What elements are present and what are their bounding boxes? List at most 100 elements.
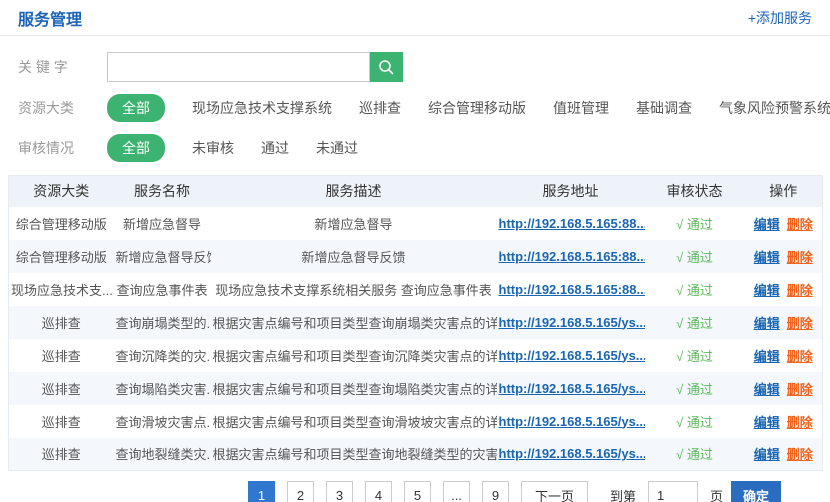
cell-name: 查询应急事件表 (114, 273, 211, 306)
cell-url: http://192.168.5.165:88... (497, 240, 645, 273)
cell-actions: 编辑删除 (745, 339, 823, 372)
page-button[interactable]: 2 (287, 481, 314, 502)
edit-link[interactable]: 编辑 (754, 447, 780, 462)
delete-link[interactable]: 删除 (787, 217, 813, 232)
cell-description: 根据灾害点编号和项目类型查询沉降类灾害点的详... (211, 339, 497, 372)
goto-page-input[interactable] (648, 481, 698, 502)
cell-status: √ 通过 (645, 438, 745, 471)
service-url-link[interactable]: http://192.168.5.165:88... (499, 282, 645, 297)
edit-link[interactable]: 编辑 (754, 316, 780, 331)
status-passed-badge: √ 通过 (676, 283, 713, 298)
confirm-button[interactable]: 确定 (731, 481, 781, 502)
service-url-link[interactable]: http://192.168.5.165/ys... (499, 446, 645, 461)
keyword-search-row: 关 键 字 (18, 52, 830, 82)
delete-link[interactable]: 删除 (787, 250, 813, 265)
service-url-link[interactable]: http://192.168.5.165/ys... (499, 315, 645, 330)
cell-status: √ 通过 (645, 405, 745, 438)
table-row: 巡排查查询滑坡灾害点...根据灾害点编号和项目类型查询滑坡坡灾害点的详...ht… (9, 405, 823, 438)
delete-link[interactable]: 删除 (787, 415, 813, 430)
service-url-link[interactable]: http://192.168.5.165:88... (499, 249, 645, 264)
filter-option[interactable]: 综合管理移动版 (428, 98, 526, 118)
delete-link[interactable]: 删除 (787, 283, 813, 298)
cell-category: 巡排查 (9, 372, 114, 405)
edit-link[interactable]: 编辑 (754, 349, 780, 364)
page-button[interactable]: 4 (365, 481, 392, 502)
service-url-link[interactable]: http://192.168.5.165/ys... (499, 414, 645, 429)
edit-link[interactable]: 编辑 (754, 250, 780, 265)
cell-name: 新增应急督导 (114, 207, 211, 240)
status-passed-badge: √ 通过 (676, 316, 713, 331)
table-row: 现场应急技术支...查询应急事件表现场应急技术支撑系统相关服务 查询应急事件表h… (9, 273, 823, 306)
filter-option-selected[interactable]: 全部 (107, 94, 165, 122)
add-service-button[interactable]: +添加服务 (748, 8, 812, 28)
page-ellipsis-button[interactable]: ... (443, 481, 470, 502)
column-header: 服务描述 (211, 176, 497, 207)
service-table-wrap: 资源大类服务名称服务描述服务地址审核状态操作 综合管理移动版新增应急督导新增应急… (8, 175, 822, 471)
page-button-active[interactable]: 1 (248, 481, 275, 502)
filter-options: 全部 现场应急技术支撑系统 巡排查 综合管理移动版 值班管理 基础调查 气象风险预警系统 (107, 94, 830, 122)
cell-url: http://192.168.5.165:88... (497, 273, 645, 306)
edit-link[interactable]: 编辑 (754, 382, 780, 397)
goto-page-prefix: 到第 (610, 486, 636, 502)
filter-option[interactable]: 未通过 (316, 138, 358, 158)
column-header: 服务名称 (114, 176, 211, 207)
filter-option[interactable]: 值班管理 (553, 98, 609, 118)
cell-url: http://192.168.5.165/ys... (497, 339, 645, 372)
cell-url: http://192.168.5.165/ys... (497, 306, 645, 339)
filter-option[interactable]: 基础调查 (636, 98, 692, 118)
cell-actions: 编辑删除 (745, 372, 823, 405)
cell-status: √ 通过 (645, 207, 745, 240)
table-row: 巡排查查询塌陷类灾害...根据灾害点编号和项目类型查询塌陷类灾害点的详...ht… (9, 372, 823, 405)
cell-url: http://192.168.5.165/ys... (497, 405, 645, 438)
filter-option[interactable]: 气象风险预警系统 (719, 98, 830, 118)
service-url-link[interactable]: http://192.168.5.165:88... (499, 216, 645, 231)
cell-category: 综合管理移动版 (9, 207, 114, 240)
page-button[interactable]: 3 (326, 481, 353, 502)
filter-option-selected[interactable]: 全部 (107, 134, 165, 162)
cell-url: http://192.168.5.165/ys... (497, 372, 645, 405)
filter-option[interactable]: 通过 (261, 138, 289, 158)
edit-link[interactable]: 编辑 (754, 217, 780, 232)
service-table: 资源大类服务名称服务描述服务地址审核状态操作 综合管理移动版新增应急督导新增应急… (8, 175, 823, 471)
cell-url: http://192.168.5.165:88... (497, 207, 645, 240)
delete-link[interactable]: 删除 (787, 382, 813, 397)
search-box (107, 52, 403, 82)
cell-description: 根据灾害点编号和项目类型查询地裂缝类型的灾害... (211, 438, 497, 471)
cell-name: 查询地裂缝类灾... (114, 438, 211, 471)
cell-actions: 编辑删除 (745, 405, 823, 438)
delete-link[interactable]: 删除 (787, 316, 813, 331)
filter-option[interactable]: 现场应急技术支撑系统 (192, 98, 332, 118)
keyword-input[interactable] (107, 52, 370, 82)
filter-label: 资源大类 (18, 98, 90, 118)
column-header: 服务地址 (497, 176, 645, 207)
status-passed-badge: √ 通过 (676, 349, 713, 364)
cell-category: 现场应急技术支... (9, 273, 114, 306)
cell-name: 新增应急督导反馈 (114, 240, 211, 273)
delete-link[interactable]: 删除 (787, 447, 813, 462)
edit-link[interactable]: 编辑 (754, 283, 780, 298)
cell-status: √ 通过 (645, 306, 745, 339)
cell-actions: 编辑删除 (745, 207, 823, 240)
page-title: 服务管理 (18, 6, 82, 30)
filter-options: 全部 未审核 通过 未通过 (107, 134, 358, 162)
service-url-link[interactable]: http://192.168.5.165/ys... (499, 381, 645, 396)
edit-link[interactable]: 编辑 (754, 415, 780, 430)
cell-category: 综合管理移动版 (9, 240, 114, 273)
table-row: 综合管理移动版新增应急督导新增应急督导http://192.168.5.165:… (9, 207, 823, 240)
next-page-button[interactable]: 下一页 (521, 481, 588, 502)
cell-category: 巡排查 (9, 438, 114, 471)
search-button[interactable] (370, 52, 403, 82)
cell-actions: 编辑删除 (745, 306, 823, 339)
delete-link[interactable]: 删除 (787, 349, 813, 364)
service-url-link[interactable]: http://192.168.5.165/ys... (499, 348, 645, 363)
filter-option[interactable]: 巡排查 (359, 98, 401, 118)
page-button[interactable]: 9 (482, 481, 509, 502)
keyword-label: 关 键 字 (18, 57, 90, 77)
filter-option[interactable]: 未审核 (192, 138, 234, 158)
cell-status: √ 通过 (645, 273, 745, 306)
status-passed-badge: √ 通过 (676, 415, 713, 430)
filter-row-audit-status: 审核情况 全部未审核通过未通过 (18, 134, 830, 162)
cell-description: 根据灾害点编号和项目类型查询崩塌类灾害点的详... (211, 306, 497, 339)
status-passed-badge: √ 通过 (676, 447, 713, 462)
page-button[interactable]: 5 (404, 481, 431, 502)
